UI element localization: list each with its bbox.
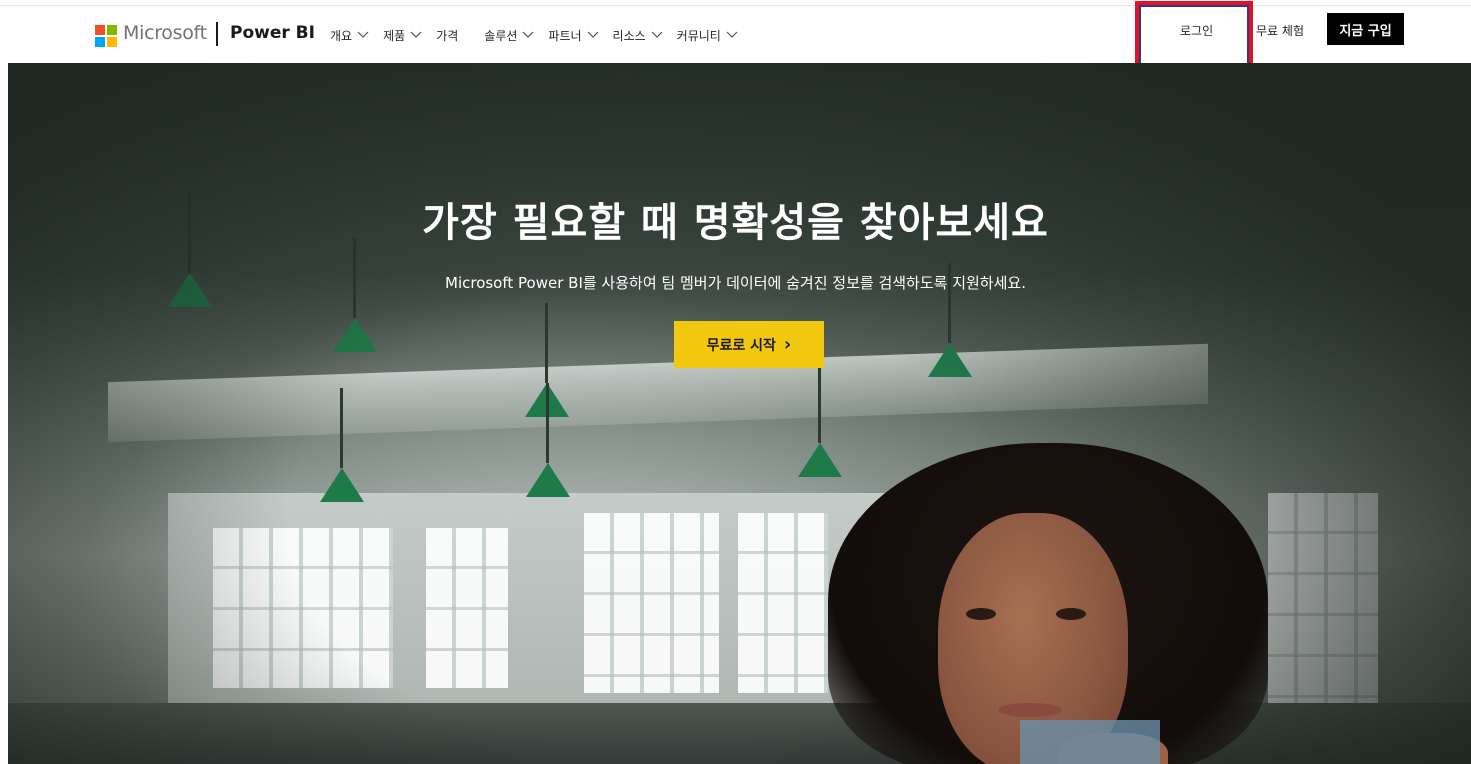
menu-item-label: 파트너 bbox=[548, 28, 582, 43]
chevron-down-icon bbox=[651, 31, 663, 38]
menu-item-partners[interactable]: 파트너 bbox=[548, 20, 599, 50]
free-trial-label: 무료 체험 bbox=[1256, 24, 1304, 38]
microsoft-brand-link[interactable]: Microsoft bbox=[123, 22, 207, 44]
menu-item-label: 제품 bbox=[383, 28, 406, 43]
menu-item-community[interactable]: 커뮤니티 bbox=[677, 20, 739, 50]
brand-divider bbox=[216, 22, 218, 46]
menu-item-solutions[interactable]: 솔루션 bbox=[484, 20, 535, 50]
chevron-right-icon: › bbox=[783, 334, 792, 355]
menu-item-label: 개요 bbox=[330, 28, 353, 43]
hero-title: 가장 필요할 때 명확성을 찾아보세요 bbox=[422, 200, 1049, 246]
hero-photo-eye bbox=[966, 608, 996, 620]
signin-link[interactable]: 로그인 bbox=[1180, 22, 1213, 39]
hero-photo-person bbox=[828, 443, 1268, 764]
free-trial-link[interactable]: 무료 체험 bbox=[1254, 22, 1304, 39]
menu-item-products[interactable]: 제품 bbox=[383, 20, 423, 50]
power-bi-brand-link[interactable]: Power BI bbox=[230, 23, 315, 43]
chevron-down-icon bbox=[522, 31, 534, 38]
chevron-down-icon bbox=[587, 31, 598, 38]
hero-photo-shirt bbox=[1020, 720, 1160, 764]
menu-item-overview[interactable]: 개요 bbox=[330, 20, 370, 50]
menu-item-label: 리소스 bbox=[612, 28, 646, 43]
chevron-down-icon bbox=[726, 31, 738, 38]
buy-now-button[interactable]: 지금 구입 bbox=[1327, 13, 1404, 45]
menu-item-label: 솔루션 bbox=[484, 28, 518, 43]
hero-section bbox=[8, 63, 1471, 764]
chevron-down-icon bbox=[410, 31, 422, 38]
menu-item-label: 커뮤니티 bbox=[676, 28, 721, 43]
main-menu: 개요 제품 가격 솔루션 파트너 리소스 커뮤니티 bbox=[330, 7, 752, 63]
start-free-label: 무료로 시작 bbox=[706, 337, 776, 354]
menu-item-resources[interactable]: 리소스 bbox=[613, 20, 664, 50]
hero-photo-mouth bbox=[998, 703, 1062, 717]
menu-item-label: 가격 bbox=[436, 28, 459, 43]
start-free-button[interactable]: 무료로 시작 › bbox=[674, 321, 824, 368]
hero-subtitle: Microsoft Power BI를 사용하여 팀 멤버가 데이터에 숨겨진 … bbox=[445, 274, 1026, 292]
chevron-down-icon bbox=[357, 31, 369, 38]
menu-item-pricing[interactable]: 가격 bbox=[436, 20, 458, 50]
hero-photo-eye bbox=[1056, 608, 1086, 620]
microsoft-logo-icon[interactable] bbox=[95, 25, 117, 47]
